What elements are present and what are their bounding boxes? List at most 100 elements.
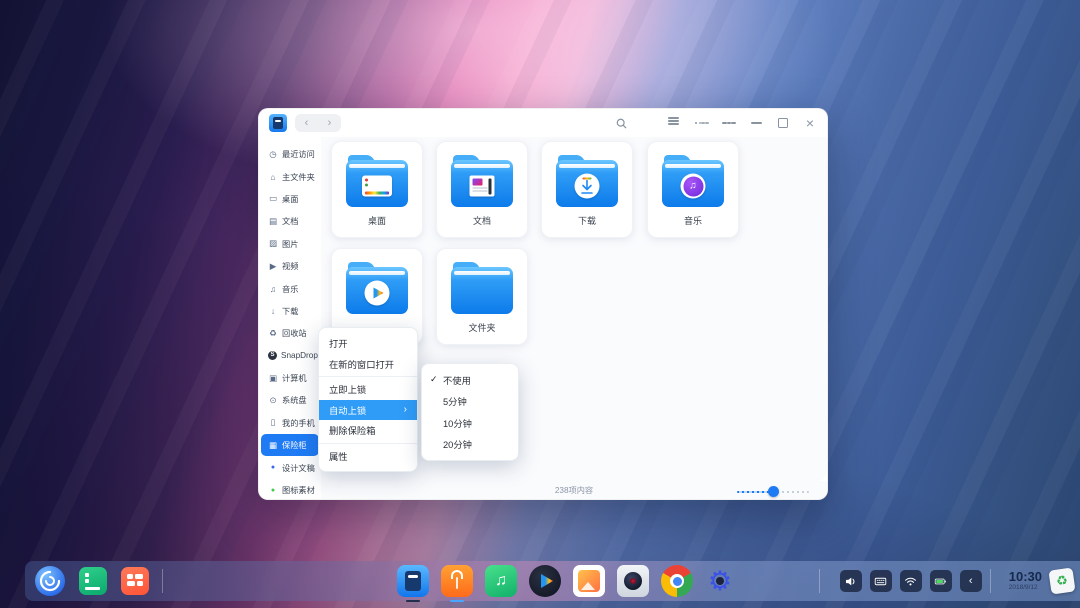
dock-app-store-icon[interactable] [441, 565, 473, 597]
folder-icon [346, 155, 408, 207]
dock-gallery-icon[interactable] [573, 565, 605, 597]
sidebar-label: 文档 [282, 215, 298, 227]
folder-tile-documents[interactable]: 文档 [436, 141, 528, 238]
app-grid-icon[interactable] [121, 567, 149, 595]
dock-media-player-icon[interactable] [529, 565, 561, 597]
sidebar-label: 图标素材 [282, 484, 315, 496]
menu-item-properties[interactable]: 属性 [319, 446, 417, 467]
sidebar-item-pictures[interactable]: ▨图片 [261, 233, 319, 255]
sidebar-item-documents[interactable]: ▤文档 [261, 210, 319, 232]
volume-icon[interactable] [840, 570, 862, 592]
sidebar-label: 保险柜 [282, 439, 307, 451]
folder-tile-desktop[interactable]: 桌面 [331, 141, 423, 238]
desktop-icon: ▭ [268, 193, 278, 204]
sidebar-item-my-phone[interactable]: ▯我的手机 [261, 412, 319, 434]
music-emblem-icon [681, 174, 706, 199]
dock-trash-icon[interactable]: ♻ [1048, 567, 1075, 594]
computer-icon: ▣ [268, 373, 278, 384]
minimize-button[interactable] [749, 116, 763, 130]
wifi-icon[interactable] [900, 570, 922, 592]
forward-button[interactable]: › [318, 114, 341, 132]
desktop: ‹ › × ◷最近访问 ⌂主文件夹 ▭桌面 ▤文档 ▨ [0, 0, 1080, 608]
dock-tray-group: ‹ 10:30 2018/9/12 ♻ [840, 561, 1074, 601]
dock-music-icon[interactable]: ♫ [485, 565, 517, 597]
sidebar-item-snapdrop[interactable]: SSnapDrop [261, 345, 319, 367]
home-icon: ⌂ [268, 172, 278, 182]
sidebar-item-home[interactable]: ⌂ 主文件夹 [261, 165, 319, 187]
maximize-button[interactable] [776, 116, 790, 130]
green-tag-icon: ● [268, 487, 278, 494]
dock: ♫ ⚙ ‹ 10:30 [25, 561, 1080, 601]
sidebar-item-system-disk[interactable]: ⊙系统盘 [261, 389, 319, 411]
sidebar-item-recent[interactable]: ◷最近访问 [261, 143, 319, 165]
play-emblem-icon [365, 281, 390, 306]
running-indicator [450, 600, 464, 602]
submenu-item-10min[interactable]: 10分钟 [422, 412, 518, 434]
keyboard-icon[interactable] [870, 570, 892, 592]
sidebar-item-desktop[interactable]: ▭桌面 [261, 188, 319, 210]
grid-view-icon[interactable] [641, 116, 655, 130]
dock-file-manager-icon[interactable] [397, 565, 429, 597]
submenu-item-label: 20分钟 [443, 437, 472, 451]
sidebar-item-tag-design[interactable]: ●设计文稿 [261, 456, 319, 478]
dock-chrome-icon[interactable] [661, 565, 693, 597]
navigation-buttons: ‹ › [295, 114, 341, 132]
running-indicator [406, 600, 420, 602]
dock-control-center-icon[interactable]: ⚙ [705, 566, 735, 596]
slider-handle[interactable] [768, 486, 779, 497]
close-button[interactable]: × [803, 116, 817, 130]
sidebar-item-downloads[interactable]: ↓下载 [261, 300, 319, 322]
multitasking-view-icon[interactable] [79, 567, 107, 595]
titlebar[interactable]: ‹ › × [259, 109, 827, 137]
menu-divider [319, 376, 417, 377]
menu-item-open[interactable]: 打开 [319, 333, 417, 354]
submenu-item-label: 5分钟 [443, 394, 467, 408]
titlebar-actions: × [614, 116, 817, 130]
clock[interactable]: 10:30 2018/9/12 [1009, 570, 1042, 592]
submenu-item-20min[interactable]: 20分钟 [422, 434, 518, 456]
sidebar-label: 音乐 [282, 283, 298, 295]
sidebar-item-trash[interactable]: ♻回收站 [261, 322, 319, 344]
folder-label: 下载 [578, 214, 596, 227]
battery-icon[interactable] [930, 570, 952, 592]
sidebar-label: 计算机 [282, 372, 307, 384]
sidebar-item-vault[interactable]: ▦保险柜 [261, 434, 319, 456]
video-icon: ▶ [268, 261, 278, 272]
menu-item-lock-now[interactable]: 立即上锁 [319, 379, 417, 400]
list-view-icon[interactable] [668, 116, 682, 130]
sidebar-item-computer[interactable]: ▣ 计算机 [261, 367, 319, 389]
file-manager-app-icon [269, 114, 287, 132]
detail-view-icon[interactable] [695, 116, 709, 130]
folder-icon [451, 155, 513, 207]
submenu-item-never[interactable]: ✓ 不使用 [422, 369, 518, 391]
music-icon: ♫ [268, 284, 278, 294]
dock-camera-icon[interactable] [617, 565, 649, 597]
folder-label: 文件夹 [468, 321, 495, 334]
sidebar-item-music[interactable]: ♫ 音乐 [261, 277, 319, 299]
sidebar-label: 最近访问 [282, 148, 315, 160]
submenu-arrow-icon: › [404, 404, 407, 415]
check-icon: ✓ [430, 374, 443, 385]
folder-tile-music[interactable]: 音乐 [647, 141, 739, 238]
tray-collapse-icon[interactable]: ‹ [960, 570, 982, 592]
icon-size-slider[interactable] [737, 486, 809, 497]
search-icon[interactable] [614, 116, 628, 130]
download-emblem-icon [575, 174, 600, 199]
menu-item-auto-lock[interactable]: 自动上锁 › [319, 400, 417, 421]
sidebar-item-tag-icons[interactable]: ● 图标素材 [261, 479, 319, 501]
sidebar-item-videos[interactable]: ▶视频 [261, 255, 319, 277]
submenu-item-label: 10分钟 [443, 416, 472, 430]
back-button[interactable]: ‹ [295, 114, 318, 132]
item-count: 238项内容 [555, 484, 593, 496]
picture-icon: ▨ [268, 238, 278, 249]
trash-icon: ♻ [268, 328, 278, 339]
menu-icon[interactable] [722, 116, 736, 130]
menu-item-open-new-window[interactable]: 在新的窗口打开 [319, 354, 417, 375]
submenu-item-5min[interactable]: 5分钟 [422, 391, 518, 413]
folder-label: 桌面 [368, 214, 386, 227]
folder-tile-downloads[interactable]: 下载 [541, 141, 633, 238]
folder-tile-plain[interactable]: 文件夹 [436, 248, 528, 345]
menu-item-delete-vault[interactable]: 删除保险箱 [319, 420, 417, 441]
launcher-icon[interactable] [35, 566, 65, 596]
sidebar-label: 主文件夹 [282, 171, 315, 183]
